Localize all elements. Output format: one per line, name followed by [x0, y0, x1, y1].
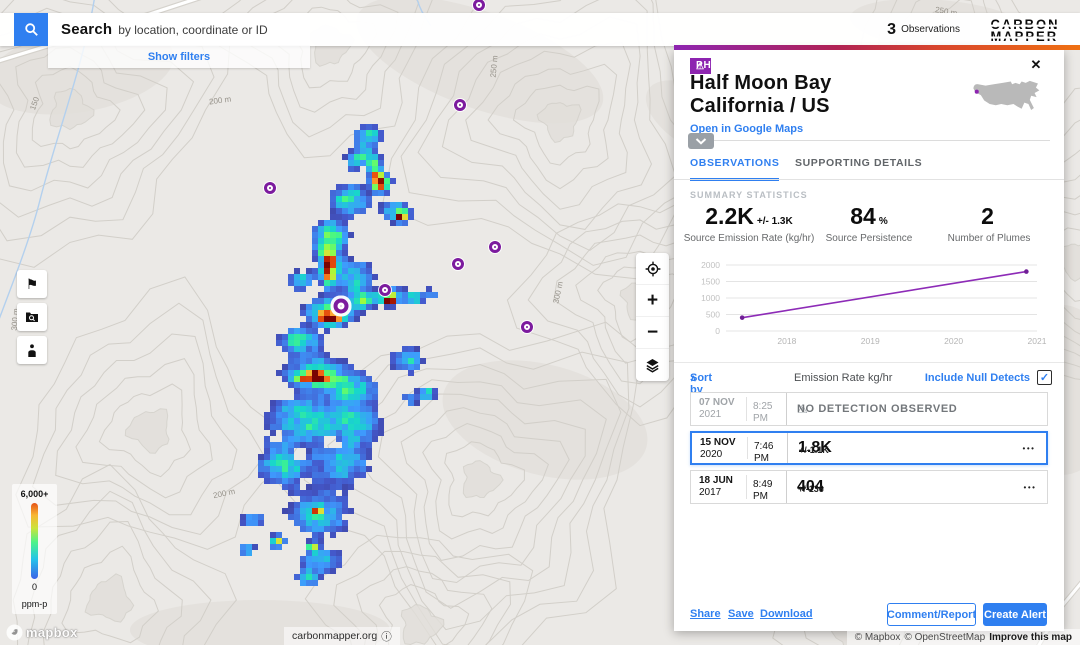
- panel-accent-gradient: [674, 45, 1080, 50]
- search-button[interactable]: [14, 13, 48, 46]
- plume-marker[interactable]: [382, 287, 388, 293]
- plume-marker-selected[interactable]: [338, 303, 345, 310]
- person-icon: [26, 344, 38, 357]
- comment-report-button[interactable]: Comment/Report: [887, 603, 976, 626]
- mapbox-logo-icon: [6, 624, 23, 641]
- svg-text:1500: 1500: [701, 277, 720, 287]
- carbonmapper-attribution[interactable]: carbonmapper.orgⓘ: [284, 627, 400, 645]
- observation-row-selected[interactable]: 15 NOV2020 7:46PM 1.8K+/-1.1K •••: [690, 431, 1048, 465]
- observation-row[interactable]: 18 JUN2017 8:49PM 404+/-136 •••: [690, 470, 1048, 504]
- plume-marker[interactable]: [476, 2, 482, 8]
- improve-map-link[interactable]: Improve this map: [989, 632, 1072, 643]
- street-view-button[interactable]: [17, 336, 47, 364]
- top-bar: Search by location, coordinate or ID Sho…: [0, 13, 1080, 46]
- methane-plume-heatmap: [216, 112, 456, 604]
- svg-text:2021: 2021: [1028, 336, 1047, 346]
- tab-observations[interactable]: OBSERVATIONS: [690, 157, 779, 181]
- info-icon: ⓘ: [381, 629, 392, 644]
- emission-rate-column-header: Emission Rate kg/hr: [794, 372, 892, 384]
- chart-divider: [674, 362, 1064, 363]
- locate-icon: [645, 261, 661, 277]
- observations-count: 3 Observations: [887, 13, 960, 46]
- layers-button[interactable]: [636, 349, 669, 381]
- tab-supporting-details[interactable]: SUPPORTING DETAILS: [795, 157, 922, 178]
- source-detail-panel: ⚠ PHME ✕ Half Moon Bay California / US O…: [674, 50, 1064, 631]
- emission-rate-chart: 0 500 1000 1500 2000 2018 2019 2020 2021: [674, 248, 1064, 352]
- osm-attribution-link[interactable]: © OpenStreetMap: [904, 632, 985, 643]
- plume-marker[interactable]: [455, 261, 461, 267]
- mapbox-attribution-link[interactable]: © Mapbox: [855, 632, 901, 643]
- flag-icon: ⚑: [26, 276, 39, 293]
- flag-tool-button[interactable]: ⚑: [17, 270, 47, 298]
- carbon-mapper-app: 150200 m250 m250 m300 m200 m300 m Search…: [0, 0, 1080, 645]
- folder-search-icon: [25, 311, 39, 323]
- zoom-out-button[interactable]: −: [636, 317, 669, 349]
- search-input[interactable]: Search by location, coordinate or ID: [48, 13, 310, 46]
- save-link[interactable]: Save: [728, 608, 754, 620]
- svg-text:0: 0: [715, 326, 720, 336]
- svg-text:2019: 2019: [861, 336, 880, 346]
- search-label: Search: [61, 21, 112, 38]
- row-menu-button[interactable]: •••: [1012, 433, 1046, 463]
- include-null-detects-checkbox[interactable]: ✓: [1037, 370, 1052, 385]
- minimap-location-dot: [975, 90, 979, 94]
- legend-min: 0: [32, 582, 37, 592]
- legend-unit: ppm-p: [22, 599, 48, 609]
- observation-row-null[interactable]: 07 NOV2021 8:25PM ⚠ NO DETECTION OBSERVE…: [690, 392, 1048, 426]
- zoom-in-button[interactable]: +: [636, 285, 669, 317]
- map-controls: + −: [636, 253, 669, 381]
- panel-title: Half Moon Bay: [690, 72, 832, 95]
- create-alert-button[interactable]: Create Alert: [983, 603, 1047, 626]
- layers-icon: [645, 358, 660, 373]
- collapse-panel-button[interactable]: [688, 133, 714, 149]
- include-null-detects-label[interactable]: Include Null Detects: [925, 372, 1030, 384]
- row-menu-button[interactable]: •••: [1013, 471, 1047, 503]
- summary-statistics-label: SUMMARY STATISTICS: [690, 190, 808, 200]
- show-filters-button[interactable]: Show filters: [48, 46, 310, 68]
- map-attribution: © Mapbox © OpenStreetMap Improve this ma…: [847, 629, 1080, 645]
- svg-text:500: 500: [706, 310, 720, 320]
- us-locator-minimap: [972, 76, 1040, 121]
- sort-by-date-button[interactable]: Sort by Date ∧: [690, 372, 697, 384]
- locate-button[interactable]: [636, 253, 669, 285]
- observations-count-value: 3: [887, 21, 896, 39]
- svg-text:2018: 2018: [777, 336, 796, 346]
- search-icon: [24, 22, 39, 37]
- header-divider: [688, 140, 1050, 141]
- observations-count-label: Observations: [901, 24, 960, 35]
- stat-plume-count: 2 Number of Plumes: [909, 203, 1069, 244]
- share-link[interactable]: Share: [690, 608, 721, 620]
- contour-elevation-label: 250 m: [489, 55, 500, 78]
- concentration-legend: 6,000+ 0 ppm-p: [12, 484, 57, 614]
- saved-searches-button[interactable]: [17, 303, 47, 331]
- close-panel-button[interactable]: ✕: [1028, 57, 1044, 73]
- svg-text:2000: 2000: [701, 260, 720, 270]
- carbon-mapper-logo: CARBONMAPPER: [970, 13, 1080, 46]
- mapbox-logo[interactable]: mapbox: [6, 624, 78, 641]
- plume-marker[interactable]: [524, 324, 530, 330]
- legend-color-ramp: [31, 503, 38, 579]
- chevron-down-icon: [695, 138, 707, 145]
- svg-text:2020: 2020: [944, 336, 963, 346]
- panel-subtitle: California / US: [690, 95, 830, 118]
- svg-text:1000: 1000: [701, 293, 720, 303]
- plume-marker[interactable]: [267, 185, 273, 191]
- legend-max: 6,000+: [21, 489, 49, 499]
- search-placeholder: by location, coordinate or ID: [118, 23, 267, 37]
- plume-marker[interactable]: [457, 102, 463, 108]
- download-link[interactable]: Download: [760, 608, 813, 620]
- tabs-divider: [674, 179, 1064, 180]
- plume-marker[interactable]: [492, 244, 498, 250]
